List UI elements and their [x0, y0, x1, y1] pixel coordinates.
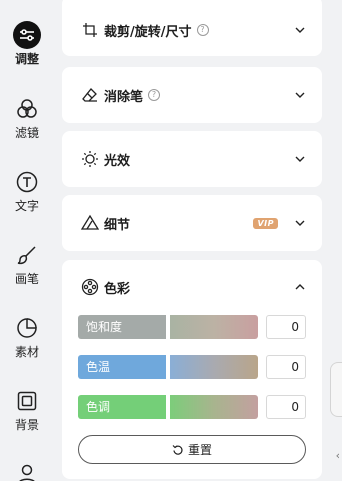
collapse-panel-icon[interactable]: ‹ [336, 449, 340, 462]
palette-icon [80, 277, 100, 297]
tint-track[interactable] [170, 395, 258, 419]
sun-icon [80, 149, 100, 169]
help-icon[interactable]: ? [196, 24, 209, 36]
tool-label: 背景 [14, 418, 39, 432]
tool-text[interactable]: 文字 [0, 168, 54, 213]
crop-icon [80, 20, 100, 40]
slider-label: 色调 [78, 395, 166, 419]
tint-value-input[interactable]: 0 [266, 395, 306, 419]
tool-background[interactable]: 背景 [0, 387, 54, 432]
reset-icon [172, 444, 183, 455]
tool-brush[interactable]: 画笔 [0, 241, 54, 286]
tool-label: 滤镜 [14, 126, 39, 140]
temperature-slider[interactable]: 色温 0 [78, 355, 306, 379]
tool-label: 素材 [14, 345, 39, 359]
chevron-down-icon[interactable] [292, 22, 308, 38]
chevron-down-icon[interactable] [292, 215, 308, 231]
section-title: 裁剪/旋转/尺寸 [104, 24, 192, 40]
chevron-down-icon[interactable] [292, 151, 308, 167]
tool-rail: 调整 滤镜 文字 画笔 素材 背景 [0, 0, 54, 481]
section-crop[interactable]: 裁剪/旋转/尺寸 ? [62, 0, 322, 56]
section-light[interactable]: 光效 [62, 131, 322, 187]
side-drawer-handle[interactable] [330, 362, 342, 417]
temperature-value-input[interactable]: 0 [266, 355, 306, 379]
reset-label: 重置 [187, 443, 212, 457]
section-title: 色彩 [104, 281, 131, 297]
saturation-slider[interactable]: 饱和度 0 [78, 315, 306, 339]
tint-slider[interactable]: 色调 0 [78, 395, 306, 419]
tool-adjust[interactable]: 调整 [0, 21, 54, 66]
reset-button[interactable]: 重置 [78, 435, 306, 464]
adjust-sliders-icon [13, 21, 41, 49]
sticker-icon [13, 314, 41, 342]
temperature-track[interactable] [170, 355, 258, 379]
tool-label: 调整 [14, 52, 39, 66]
tool-filter[interactable]: 滤镜 [0, 95, 54, 140]
filter-circles-icon [13, 95, 41, 123]
section-title: 细节 [104, 217, 131, 233]
editor-panel: 调整 滤镜 文字 画笔 素材 背景 裁剪/旋转/尺寸 ? 消除笔 ? 光效 细节… [0, 0, 342, 481]
eraser-icon [80, 85, 100, 105]
text-t-icon [13, 168, 41, 196]
chevron-up-icon[interactable] [292, 279, 308, 295]
person-icon [13, 459, 41, 481]
section-title: 消除笔 [104, 89, 144, 105]
tool-label: 画笔 [14, 272, 39, 286]
section-title: 光效 [104, 153, 131, 169]
tool-person[interactable] [0, 459, 54, 481]
chevron-down-icon[interactable] [292, 87, 308, 103]
slider-label: 色温 [78, 355, 166, 379]
saturation-value-input[interactable]: 0 [266, 315, 306, 339]
triangle-icon [80, 213, 100, 233]
help-icon[interactable]: ? [148, 89, 161, 101]
brush-icon [13, 241, 41, 269]
vip-badge: VIP [253, 217, 278, 229]
section-detail[interactable]: 细节 VIP [62, 195, 322, 251]
section-eraser[interactable]: 消除笔 ? [62, 67, 322, 123]
section-color: 色彩 饱和度 0 色温 0 色调 0 重置 [62, 260, 322, 479]
background-frame-icon [13, 387, 41, 415]
section-color-header[interactable]: 色彩 [62, 260, 322, 314]
tool-label: 文字 [14, 199, 39, 213]
saturation-track[interactable] [170, 315, 258, 339]
tool-sticker[interactable]: 素材 [0, 314, 54, 359]
slider-label: 饱和度 [78, 315, 166, 339]
